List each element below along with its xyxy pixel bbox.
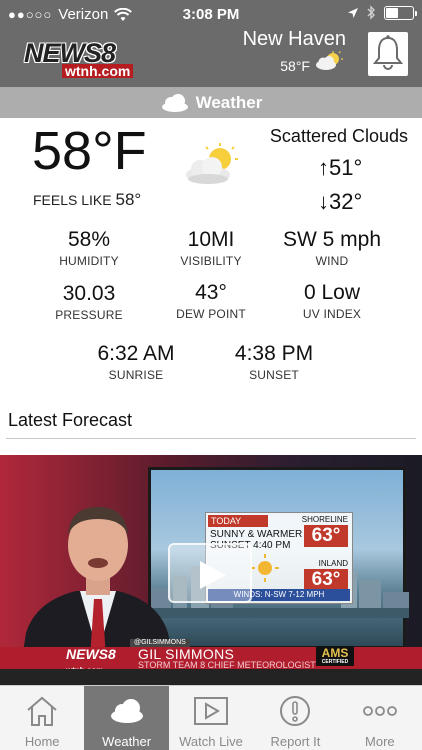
tab-home[interactable]: Home (0, 686, 84, 750)
tab-more-label: More (365, 734, 395, 749)
notifications-button[interactable] (368, 32, 408, 76)
ams-badge-sub: CERTIFIED (321, 659, 349, 665)
visibility-value: 10MI (187, 228, 235, 251)
sunset-value: 4:38 PM (234, 342, 314, 365)
play-icon (194, 697, 229, 725)
tab-bar: Home Weather Watch Live Report It More (0, 685, 422, 750)
lower-third-logo-text: NEWS8 (66, 646, 116, 662)
uv-index-metric: 0 Low UV INDEX (272, 281, 392, 321)
play-button[interactable] (168, 543, 252, 603)
wind-label: WIND (315, 254, 349, 268)
high-temperature: ↑51° (318, 155, 363, 180)
bluetooth-icon (367, 5, 375, 20)
feels-like-label: FEELS LIKE (33, 192, 112, 208)
feels-like: FEELS LIKE 58° (33, 190, 141, 210)
sunrise-value: 6:32 AM (97, 342, 175, 365)
tab-weather[interactable]: Weather (84, 686, 169, 750)
top-bar: ●●○○○ Verizon 3:08 PM NEWS8 wtnh.com New… (0, 0, 422, 87)
card-line1: SUNNY & WARMER (210, 529, 303, 540)
tab-report-it[interactable]: Report It (253, 686, 337, 750)
more-icon (362, 706, 397, 716)
visibility-label: VISIBILITY (180, 254, 242, 268)
lower-third-logo: NEWS8 wtnh.com (66, 646, 130, 675)
tab-weather-label: Weather (102, 734, 152, 749)
lower-third-name: GIL SIMMONS (138, 646, 235, 662)
play-icon (200, 561, 226, 589)
tab-home-label: Home (24, 734, 60, 749)
sun-icon (251, 554, 279, 582)
low-temperature: ↓32° (318, 189, 363, 214)
uv-index-value: 0 Low (303, 281, 361, 304)
pressure-metric: 30.03 PRESSURE (38, 282, 140, 322)
current-temperature: 58°F (32, 121, 147, 181)
sunrise-metric: 6:32 AM SUNRISE (84, 342, 188, 382)
sunset-label: SUNSET (249, 368, 299, 382)
forecast-video[interactable]: TODAY SUNNY & WARMER SUNSET 4:40 PM SHOR… (0, 455, 422, 685)
feels-like-value: 58° (115, 190, 142, 209)
card-today: TODAY (208, 515, 268, 527)
humidity-value: 58% (67, 228, 111, 251)
logo-site: wtnh.com (62, 64, 134, 78)
status-bar: ●●○○○ Verizon 3:08 PM (0, 0, 422, 28)
card-inland-temp: 63° (304, 569, 348, 591)
home-icon (27, 696, 57, 726)
tab-report-it-label: Report It (270, 734, 321, 749)
cloud-icon (161, 93, 188, 112)
exclamation-icon (280, 696, 311, 726)
wind-metric: SW 5 mph WIND (272, 228, 392, 268)
humidity-metric: 58% HUMIDITY (38, 228, 140, 268)
card-shoreline-label: SHORELINE (301, 515, 348, 524)
latest-forecast-heading: Latest Forecast (8, 410, 133, 430)
sunrise-label: SUNRISE (108, 368, 164, 382)
divider (6, 438, 416, 439)
dew-point-label: DEW POINT (176, 307, 246, 321)
ams-badge-text: AMS (321, 646, 349, 660)
pressure-value: 30.03 (62, 282, 116, 305)
section-title: Weather (195, 92, 263, 112)
visibility-metric: 10MI VISIBILITY (160, 228, 262, 268)
card-inland-label: INLAND (318, 559, 348, 568)
bell-icon (372, 35, 404, 70)
dew-point-value: 43° (195, 281, 227, 304)
sunset-metric: 4:38 PM SUNSET (222, 342, 326, 382)
uv-index-label: UV INDEX (302, 307, 362, 321)
card-shoreline-temp: 63° (304, 525, 348, 547)
wind-value: SW 5 mph (282, 228, 382, 251)
tab-watch-live[interactable]: Watch Live (169, 686, 253, 750)
city-name[interactable]: New Haven (243, 28, 346, 51)
news8-logo: NEWS8 wtnh.com (24, 38, 136, 78)
location-arrow-icon (348, 7, 358, 18)
cloud-icon (110, 699, 143, 723)
ams-badge: AMS CERTIFIED (316, 646, 354, 666)
battery-icon (384, 5, 417, 20)
section-header: Weather (0, 87, 422, 118)
city-temperature: 58°F (280, 58, 310, 74)
lower-third-strip (0, 669, 422, 685)
dew-point-metric: 43° DEW POINT (160, 281, 262, 321)
humidity-label: HUMIDITY (59, 254, 119, 268)
partly-cloudy-icon (186, 143, 238, 184)
pressure-label: PRESSURE (55, 308, 123, 322)
tab-watch-live-label: Watch Live (179, 734, 243, 749)
condition-text: Scattered Clouds (269, 126, 408, 146)
partly-cloudy-icon (316, 51, 343, 70)
tab-more[interactable]: More (338, 686, 422, 750)
battery-level (386, 7, 398, 18)
